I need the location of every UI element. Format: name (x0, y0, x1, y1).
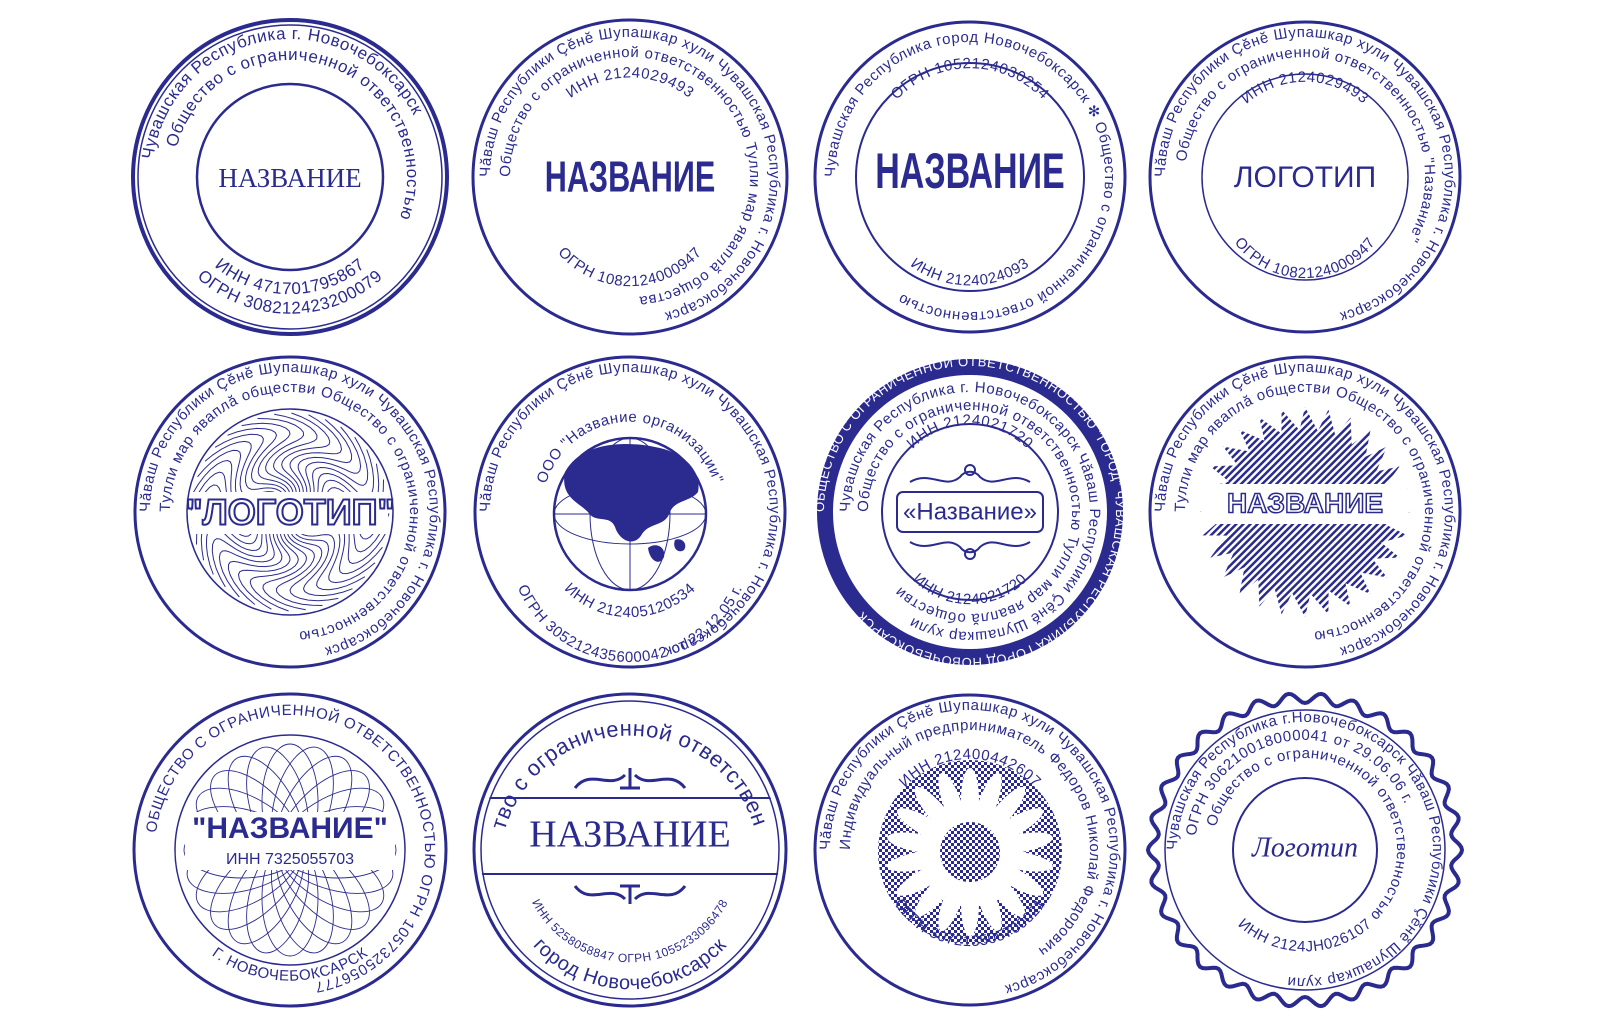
stamp-logo-text: "ЛОГОТИП" (185, 492, 394, 533)
ogrn-text: ОГРН 1052124030254 (888, 55, 1053, 103)
stamp-6-graphic: Чăваш Республики Çĕнĕ Шупашкар хули Чува… (473, 355, 787, 669)
stamp-logo-text: ЛОГОТИП (1234, 161, 1376, 194)
wave-line (227, 427, 288, 495)
wave-line (292, 529, 353, 597)
stamp-7: ОБЩЕСТВО С ОГРАНИЧЕННОЙ ОТВЕТСТВЕННОСТЬЮ… (810, 352, 1130, 672)
inn-text: ИНН 2124024093 (908, 255, 1033, 290)
stamp-3-graphic: Чувашская Республика город Новочебоксарс… (813, 20, 1127, 334)
wave-line (297, 419, 353, 501)
stamp-1-graphic: Чувашская Республика г. Новочебоксарск О… (131, 18, 449, 336)
ornament-bottom-icon (573, 884, 687, 904)
stamp-samples-board: Чувашская Республика г. Новочебоксарск О… (0, 0, 1600, 1035)
stamp-name: НАЗВАНИЕ (875, 144, 1064, 200)
stamp-logo-text: Логотип (1251, 832, 1358, 863)
stamp-name: "НАЗВАНИЕ" (192, 812, 388, 845)
stamp-9: ОБЩЕСТВО С ОГРАНИЧЕННОЙ ОТВЕТСТВЕННОСТЬЮ… (130, 690, 450, 1010)
ogrn-text: ОГРН 1082124000947 (1231, 234, 1379, 282)
stamp-name: НАЗВАНИЕ (529, 814, 730, 856)
stamp-2-graphic: Чăваш Республики Çĕнĕ Шупашкар хули Чува… (471, 18, 789, 336)
globe-icon (552, 436, 708, 592)
stamp-3: Чувашская Республика город Новочебоксарс… (810, 17, 1130, 337)
stamp-10-graphic: Общество с ограниченной ответственностью… (461, 670, 788, 1008)
stamp-1: Чувашская Республика г. Новочебоксарск О… (130, 17, 450, 337)
stamp-4-graphic: Чăваш Республики Çĕнĕ Шупашкар хули Чува… (1148, 20, 1462, 334)
ogrn-text: ОГРН 305212435600042 от 22.12.05 г. (514, 582, 746, 666)
stamp-10: Общество с ограниченной ответственностью… (461, 670, 790, 1010)
stamp-name: НАЗВАНИЕ (1227, 487, 1383, 518)
stamp-11: Чăваш Республики Çĕнĕ Шупашкар хули Чува… (810, 690, 1130, 1010)
stamp-2: Чăваш Республики Çĕнĕ Шупашкар хули Чува… (470, 17, 790, 337)
wave-line (241, 422, 291, 495)
stamp-12-graphic: Чувашская Республика г.Новочебоксарск Чă… (1145, 691, 1465, 1009)
stamp-8: Чăваш Республики Çĕнĕ Шупашкар хули Чува… (1145, 352, 1465, 672)
ornament-top-icon (573, 768, 687, 790)
stamp-name: НАЗВАНИЕ (545, 152, 715, 200)
stamp-4: Чăваш Республики Çĕнĕ Шупашкар хули Чува… (1145, 17, 1465, 337)
stamp-12: Чувашская Республика г.Новочебоксарск Чă… (1145, 690, 1465, 1010)
stamp-8-graphic: Чăваш Республики Çĕнĕ Шупашкар хули Чува… (1148, 355, 1462, 669)
stamp-7-graphic: ОБЩЕСТВО С ОГРАНИЧЕННОЙ ОТВЕТСТВЕННОСТЬЮ… (812, 354, 1128, 670)
wave-line (289, 529, 339, 602)
stamp-name: «Название» (903, 498, 1037, 525)
stamp-5-graphic: Чăваш Республики Çĕнĕ Шупашкар хули Чува… (133, 355, 447, 669)
inn-text: ИНН 7325055703 (226, 851, 354, 868)
stamp-6: Чăваш Республики Çĕнĕ Шупашкар хули Чува… (470, 352, 790, 672)
inn-text: ИНН 2124029493 (1238, 69, 1372, 108)
wave-line (227, 523, 283, 605)
stamp-name: НАЗВАНИЕ (218, 163, 361, 193)
stamp-9-graphic: ОБЩЕСТВО С ОГРАНИЧЕННОЙ ОТВЕТСТВЕННОСТЬЮ… (132, 692, 448, 1008)
stamp-5: Чăваш Республики Çĕнĕ Шупашкар хули Чува… (130, 352, 450, 672)
flower-center-icon (940, 822, 1000, 882)
stamp-11-graphic: Чăваш Республики Çĕнĕ Шупашкар хули Чува… (813, 693, 1127, 1007)
